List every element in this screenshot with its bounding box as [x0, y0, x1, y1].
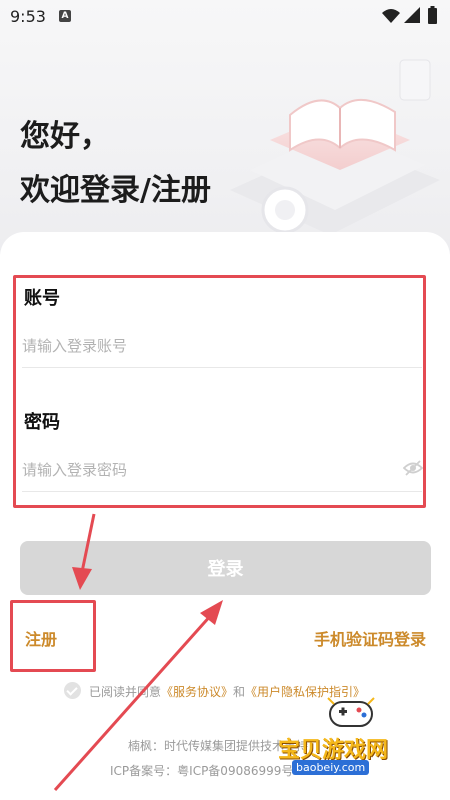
signal-icon: [404, 7, 420, 23]
status-icons: [382, 6, 437, 24]
watermark: 宝贝游戏网 baobeiy.com: [278, 692, 448, 782]
greeting-line1: 您好，: [20, 119, 110, 154]
gamepad-logo-icon: [327, 697, 375, 727]
service-agreement-link[interactable]: 《服务协议》: [161, 685, 233, 699]
battery-icon: [428, 8, 437, 24]
agreement-prefix: 已阅读并同意: [89, 685, 162, 699]
agreement-and: 和: [233, 685, 246, 699]
book-illustration: [230, 59, 440, 235]
agreement-checkbox[interactable]: [64, 682, 81, 699]
greeting: 您好， 欢迎登录/注册: [20, 110, 211, 218]
login-button[interactable]: 登录: [20, 541, 431, 595]
greeting-line2: 欢迎登录/注册: [20, 173, 211, 208]
form-highlight-box: [13, 275, 426, 508]
wifi-icon: [382, 9, 400, 23]
sms-login-link[interactable]: 手机验证码登录: [314, 626, 426, 650]
footer-icp: ICP备案号：粤ICP备09086999号: [110, 764, 294, 778]
register-link[interactable]: 注册: [25, 626, 57, 650]
status-time: 9:53: [10, 7, 46, 26]
notification-icon: A: [59, 10, 71, 22]
watermark-url: baobeiy.com: [292, 760, 370, 775]
status-bar: 9:53 A: [0, 0, 450, 34]
